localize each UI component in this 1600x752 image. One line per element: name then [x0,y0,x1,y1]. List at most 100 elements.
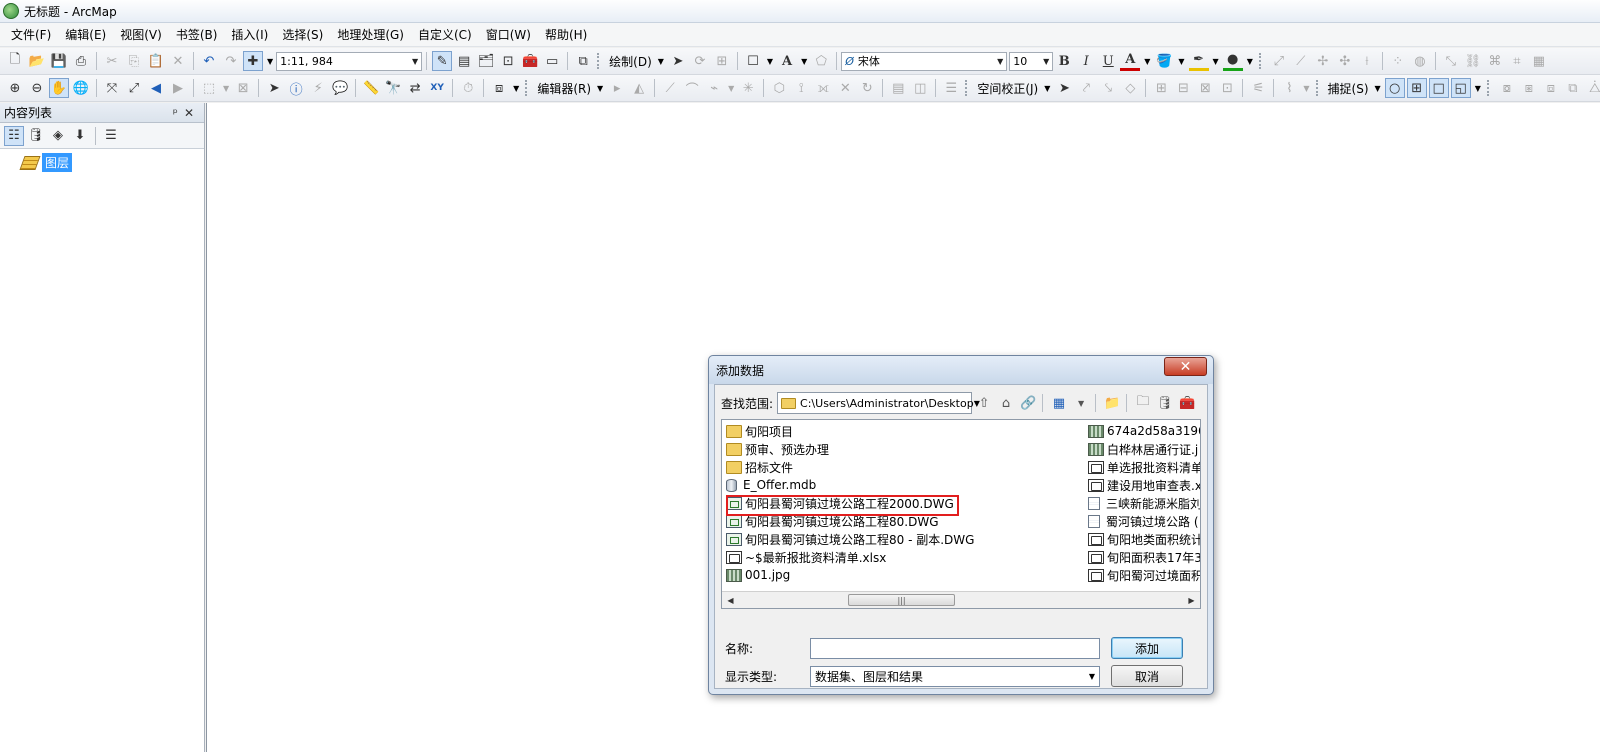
map-scale-combo[interactable]: 1:11, 984 ▼ [276,51,423,71]
generalize-icon[interactable]: ⌇ [1279,78,1299,98]
print-icon[interactable]: ⎙ [71,51,91,71]
python-window-icon[interactable]: ▭ [542,51,562,71]
fixed-zoom-in-icon[interactable]: ⤧ [102,78,122,98]
add-data-icon[interactable]: ✚ [243,51,263,71]
connect-to-folder-icon[interactable]: 🔗 [1018,393,1038,413]
modify-link-icon[interactable]: ⤥ [1098,78,1118,98]
trace-icon[interactable]: ⌁ [704,78,724,98]
fit-to-display-icon[interactable]: ⧊ [1585,78,1600,98]
list-item[interactable]: 674a2d58a3196 [1088,422,1200,440]
layer-item-layers[interactable]: 图层 [42,153,73,172]
list-item[interactable]: 单选报批资料清单 [1088,458,1200,476]
font-color-button[interactable]: A [1120,51,1141,71]
rotate-icon[interactable]: ⟳ [690,51,710,71]
attribute-transfer-icon[interactable]: ⊡ [1217,78,1237,98]
zoom-in-icon[interactable]: ⊕ [5,78,25,98]
limited-adjust-icon[interactable]: ⊟ [1173,78,1193,98]
open-folder-icon[interactable]: 📂 [27,51,47,71]
show-type-select[interactable]: 数据集、图层和结果 ▼ [810,666,1100,687]
list-item[interactable]: 旬阳县蜀河镇过境公路工程80 - 副本.DWG [726,530,1081,548]
cut-icon[interactable]: ✂ [102,51,122,71]
scroll-right-icon[interactable]: ▶ [1183,592,1200,608]
up-one-level-icon[interactable]: ⇧ [974,393,994,413]
menu-selection[interactable]: 选择(S) [275,24,330,46]
toc-window-icon[interactable]: ▤ [454,51,474,71]
rotate-map-icon[interactable]: ⧆ [1519,78,1539,98]
underline-button[interactable]: U [1098,51,1118,71]
redo-icon[interactable]: ↷ [221,51,241,71]
pin-icon[interactable]: ᵖ [173,106,184,120]
link-icon[interactable]: ⛓ [1463,51,1483,71]
identify-icon[interactable]: ⓘ [286,78,306,98]
font-name-combo[interactable]: Ø 宋体 ▼ [841,51,1008,71]
toc-options-icon[interactable]: ☰ [101,126,121,146]
menu-windows[interactable]: 窗口(W) [479,24,538,46]
measure-icon[interactable]: 📏 [361,78,381,98]
adjust-icon[interactable]: ⌗ [1507,51,1527,71]
scrollbar-thumb[interactable]: ||| [848,594,955,606]
menu-view[interactable]: 视图(V) [113,24,169,46]
edit-vertices-icon[interactable]: ⬠ [811,51,831,71]
marker-color-icon[interactable]: ● [1222,51,1243,71]
toolbar-grip[interactable] [597,53,603,69]
list-item[interactable]: ~$最新报批资料清单.xlsx [726,548,1081,566]
edge-match-icon[interactable]: ⊠ [1195,78,1215,98]
find-binoculars-icon[interactable]: 🔭 [383,78,403,98]
point-icon[interactable]: ✳ [738,78,758,98]
go-to-xy-icon[interactable]: XY [427,78,447,98]
list-item[interactable]: 旬阳项目 [726,422,1081,440]
name-input[interactable] [810,638,1100,659]
list-item[interactable]: 旬阳地类面积统计 [1088,530,1200,548]
horizontal-scrollbar[interactable]: ◀ ||| ▶ [722,591,1200,608]
scale-icon[interactable]: ⧉ [1563,78,1583,98]
menu-geoprocessing[interactable]: 地理处理(G) [330,24,411,46]
add-button[interactable]: 添加 [1111,637,1183,659]
menu-file[interactable]: 文件(F) [4,24,58,46]
dialog-close-button[interactable]: ✕ [1164,357,1207,376]
grid-icon[interactable]: ▦ [1529,51,1549,71]
fill-color-icon[interactable]: 🪣 [1154,51,1174,71]
new-document-icon[interactable]: 🗋 [5,51,25,71]
arctoolbox-icon[interactable]: 🧰 [520,51,540,71]
home-icon[interactable]: ⌂ [996,393,1016,413]
fixed-zoom-out-icon[interactable]: ⤢ [124,78,144,98]
list-by-visibility-icon[interactable]: ◈ [48,126,68,146]
list-item[interactable]: 招标文件 [726,458,1081,476]
list-item[interactable]: 建设用地审查表.x [1088,476,1200,494]
edge-snapping-icon[interactable]: ◱ [1450,78,1471,98]
toolbar-grip[interactable] [1315,80,1322,96]
network-icon[interactable]: ⁘ [1388,51,1408,71]
copy-icon[interactable]: ⎘ [124,51,144,71]
search-window-icon[interactable]: ⊡ [498,51,518,71]
view-list-icon[interactable]: ▦ [1049,393,1069,413]
close-icon[interactable]: ✕ [184,106,200,120]
select-arrow-icon[interactable]: ➤ [1054,78,1074,98]
scroll-left-icon[interactable]: ◀ [722,592,739,608]
georef-icon[interactable]: ⚟ [1248,78,1268,98]
vertex-icon[interactable]: ✢ [1313,51,1333,71]
catalog-window-icon[interactable]: 🗂 [476,51,496,71]
pan-hand-icon[interactable]: ✋ [49,78,69,98]
select-elements-icon[interactable]: ➤ [668,51,688,71]
cancel-button[interactable]: 取消 [1111,665,1183,687]
toolbox-icon[interactable]: 🧰 [1177,393,1197,413]
bold-button[interactable]: B [1054,51,1074,71]
chevron-down-icon[interactable]: ▼ [1071,393,1091,413]
menu-bookmarks[interactable]: 书签(B) [169,24,225,46]
undo-icon[interactable]: ↶ [199,51,219,71]
list-item[interactable]: 001.jpg [726,566,1081,584]
spatial-adjustment-menu[interactable]: 空间校正(J) [974,80,1041,97]
rubbersheet-icon[interactable]: ⌘ [1485,51,1505,71]
toolbar-grip[interactable] [965,80,971,96]
extend-icon[interactable]: ⟊ [1357,51,1377,71]
edit-tool-icon[interactable]: ▸ [607,78,627,98]
edit-vertices-dim-icon[interactable]: ⬡ [769,78,789,98]
split-icon[interactable]: ✕ [835,78,855,98]
list-by-source-icon[interactable]: 🛢 [26,126,46,146]
transform-icon[interactable]: ⤡ [1441,51,1461,71]
shift-icon[interactable]: ⧈ [1541,78,1561,98]
list-by-drawing-order-icon[interactable]: ☷ [4,125,24,146]
editor-toolbar-icon[interactable]: ✎ [432,51,453,71]
menu-customize[interactable]: 自定义(C) [411,24,479,46]
point-snapping-icon[interactable]: ○ [1384,78,1405,98]
